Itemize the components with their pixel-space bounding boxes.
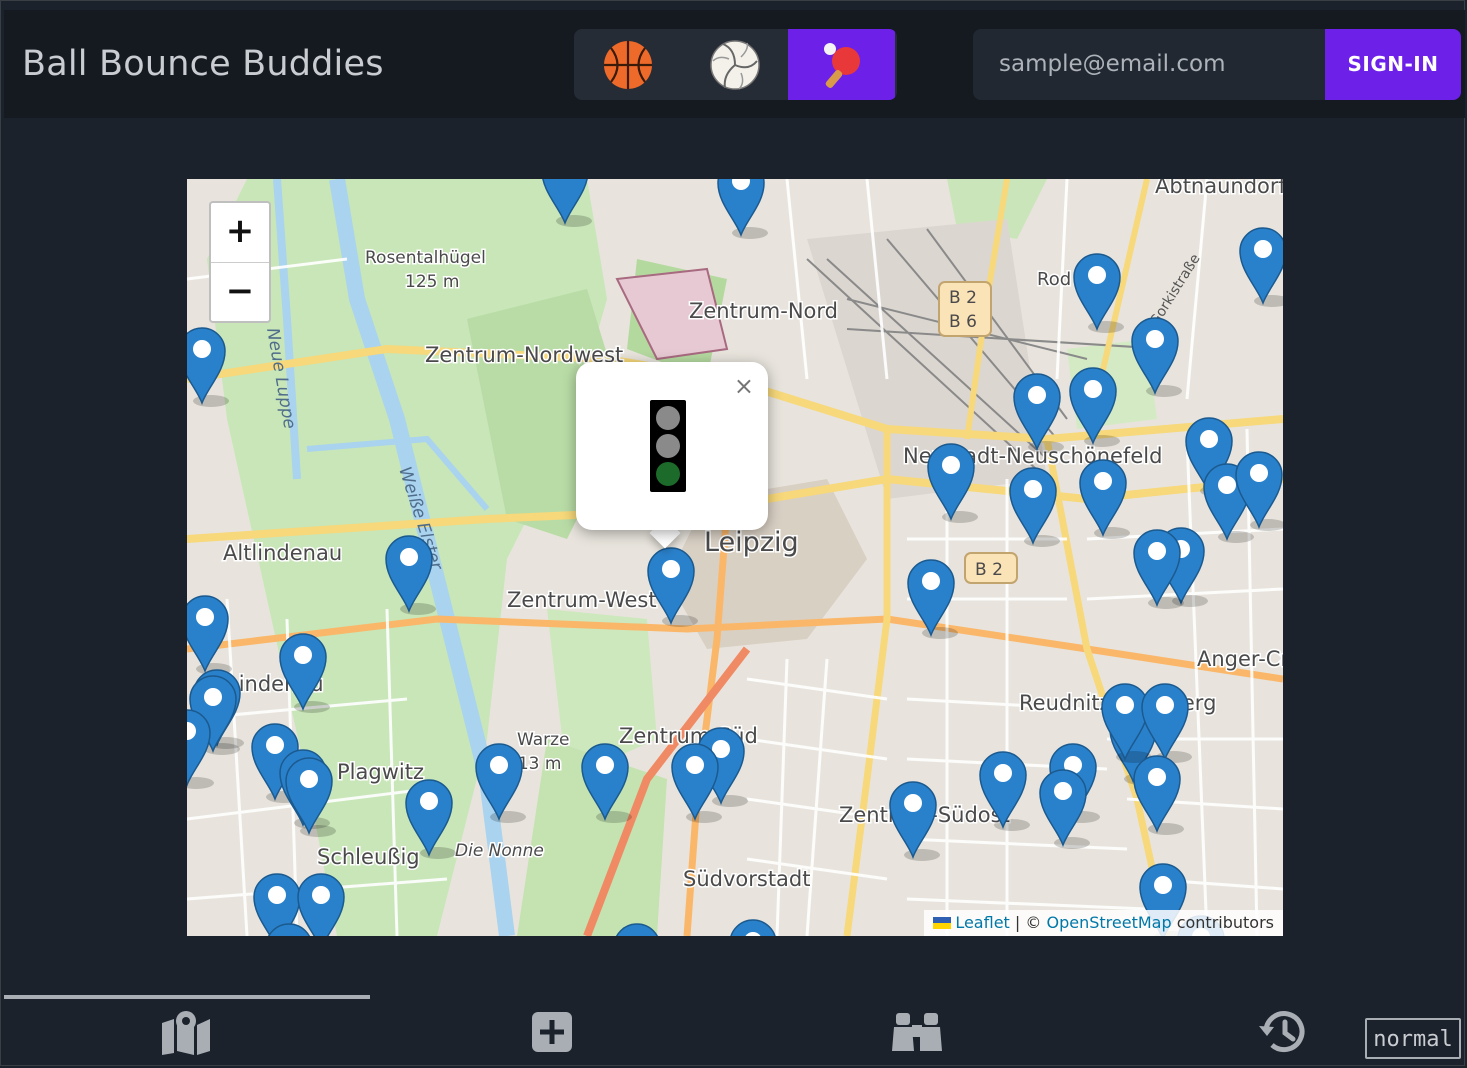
basketball-button[interactable] bbox=[574, 29, 681, 100]
shield-b6: B 6 bbox=[949, 312, 977, 332]
ukraine-flag-icon bbox=[933, 917, 952, 929]
nav-add[interactable] bbox=[522, 1007, 582, 1057]
add-icon bbox=[532, 1012, 572, 1052]
map-label-rod: Rod bbox=[1037, 269, 1071, 290]
traffic-light-red bbox=[656, 406, 680, 430]
map-label-die-nonne: Die Nonne bbox=[455, 841, 544, 861]
traffic-light-icon bbox=[650, 400, 686, 492]
nav-history[interactable] bbox=[1253, 1007, 1313, 1057]
header: Ball Bounce Buddies sample@email.com SIG… bbox=[4, 10, 1465, 118]
map-label-plagwitz: Plagwitz bbox=[337, 760, 424, 784]
map-label-warze: Warze bbox=[517, 730, 570, 750]
map-label-schleussig: Schleußig bbox=[317, 845, 420, 869]
sport-switch bbox=[574, 29, 897, 100]
popup-close-button[interactable]: × bbox=[734, 372, 754, 400]
map-label-rosental: Rosentalhügel bbox=[365, 248, 486, 268]
table-tennis-button[interactable] bbox=[788, 29, 895, 100]
zoom-in-button[interactable]: + bbox=[211, 203, 269, 263]
map-label-altlindenau: Altlindenau bbox=[223, 541, 342, 565]
bottom-nav bbox=[4, 995, 1465, 1066]
map-label-zentrum-west: Zentrum-West bbox=[507, 588, 657, 612]
nav-explore[interactable] bbox=[887, 1007, 947, 1057]
attribution-contributors: contributors bbox=[1176, 913, 1274, 932]
map-label-sudvorstadt: Südvorstadt bbox=[683, 867, 811, 891]
nav-active-indicator bbox=[4, 995, 370, 999]
binoculars-icon bbox=[892, 1013, 942, 1051]
osm-link[interactable]: OpenStreetMap bbox=[1046, 913, 1171, 932]
app-title: Ball Bounce Buddies bbox=[22, 44, 384, 84]
map-icon bbox=[162, 1011, 210, 1055]
map-popup: × bbox=[576, 362, 768, 530]
attribution-separator: | © bbox=[1014, 913, 1042, 932]
map-label-anger: Anger-Cr bbox=[1197, 647, 1283, 671]
volleyball-button[interactable] bbox=[681, 29, 788, 100]
map-label-leipzig: Leipzig bbox=[704, 527, 799, 558]
history-icon bbox=[1259, 1011, 1305, 1053]
shield-b2: B 2 bbox=[949, 288, 977, 308]
nav-map[interactable] bbox=[156, 1007, 216, 1057]
map-label-rosental-height: 125 m bbox=[405, 272, 459, 292]
volleyball-icon bbox=[709, 39, 760, 90]
map-label-abtnaundorf: Abtnaundorf bbox=[1155, 179, 1283, 198]
mode-indicator[interactable]: normal bbox=[1365, 1018, 1461, 1059]
map[interactable]: Rosentalhügel 125 m Zentrum-Nord Zentrum… bbox=[187, 179, 1283, 936]
table-tennis-icon bbox=[823, 42, 860, 88]
email-field[interactable]: sample@email.com bbox=[973, 29, 1325, 100]
basketball-icon bbox=[603, 40, 652, 89]
zoom-out-button[interactable]: − bbox=[211, 263, 269, 322]
map-attribution: Leaflet | © OpenStreetMap contributors bbox=[924, 910, 1283, 936]
leaflet-link[interactable]: Leaflet bbox=[955, 913, 1009, 932]
traffic-light-green bbox=[656, 462, 680, 486]
map-label-zentrum-nord: Zentrum-Nord bbox=[689, 299, 838, 323]
traffic-light-yellow bbox=[656, 434, 680, 458]
map-tiles[interactable]: Rosentalhügel 125 m Zentrum-Nord Zentrum… bbox=[187, 179, 1283, 936]
zoom-control: + − bbox=[209, 201, 271, 323]
signin-button[interactable]: SIGN-IN bbox=[1325, 29, 1461, 100]
shield-b2-south: B 2 bbox=[975, 560, 1003, 580]
